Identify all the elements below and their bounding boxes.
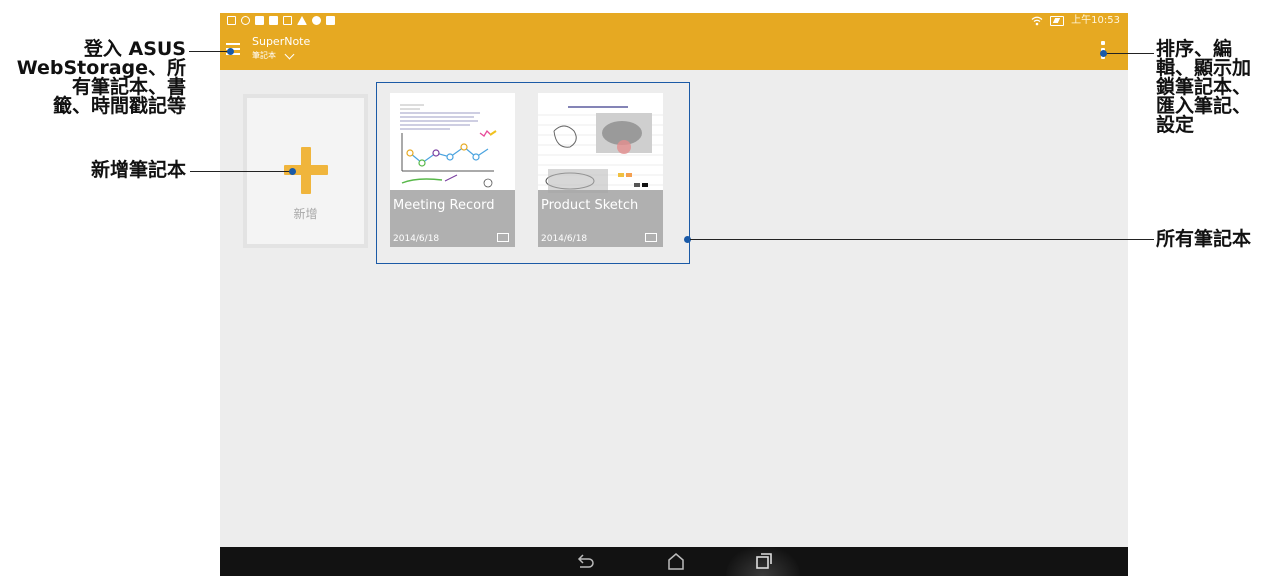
callout-overflow-text: 排序、編 輯、顯示加 鎖筆記本、 匯入筆記、 設定 <box>1156 40 1281 135</box>
callout-line: 籤、時間戳記等 <box>52 95 186 117</box>
play-icon <box>326 16 335 25</box>
warning-icon <box>297 16 307 25</box>
battery-charging-icon <box>1050 16 1065 26</box>
home-icon[interactable] <box>666 551 686 571</box>
status-bar: 上午10:53 <box>220 13 1128 30</box>
recent-apps-icon[interactable] <box>754 551 774 571</box>
status-time: 上午10:53 <box>1071 15 1120 26</box>
app-title: SuperNote <box>252 35 311 48</box>
chevron-down-icon <box>284 49 295 59</box>
notification-icons <box>227 15 335 25</box>
callout-leader <box>189 51 231 52</box>
notebook-filter-label: 筆記本 <box>252 51 276 60</box>
calendar-icon <box>227 16 236 25</box>
sim-icon <box>269 16 278 25</box>
callout-all-text: 所有筆記本 <box>1156 228 1252 250</box>
callout-leader <box>690 239 1154 240</box>
callout-dot <box>289 168 296 175</box>
all-notebooks-highlight <box>376 82 690 264</box>
callout-dot <box>227 48 234 55</box>
cloud-upload-icon <box>312 16 321 25</box>
menu-icon <box>226 43 240 45</box>
callout-new-text: 新增筆記本 <box>90 159 186 181</box>
callout-dot <box>1100 50 1107 57</box>
sd-card-icon <box>255 16 264 25</box>
callout-menu-text: 登入 ASUS WebStorage、所 有筆記本、書 籤、時間戳記等 <box>6 40 186 116</box>
navigation-bar <box>220 547 1128 576</box>
image-icon <box>283 16 292 25</box>
back-icon[interactable] <box>575 551 595 571</box>
app-action-bar: SuperNote 筆記本 <box>220 30 1128 70</box>
new-notebook-label: 新增 <box>293 207 318 221</box>
wifi-icon <box>1031 16 1043 26</box>
callout-leader <box>1104 53 1154 54</box>
callout-line: 設定 <box>1156 114 1195 136</box>
callout-leader <box>190 171 292 172</box>
gps-icon <box>241 16 250 25</box>
overflow-dots-icon <box>1101 41 1105 45</box>
notebook-filter-dropdown[interactable]: 筆記本 <box>252 49 295 61</box>
